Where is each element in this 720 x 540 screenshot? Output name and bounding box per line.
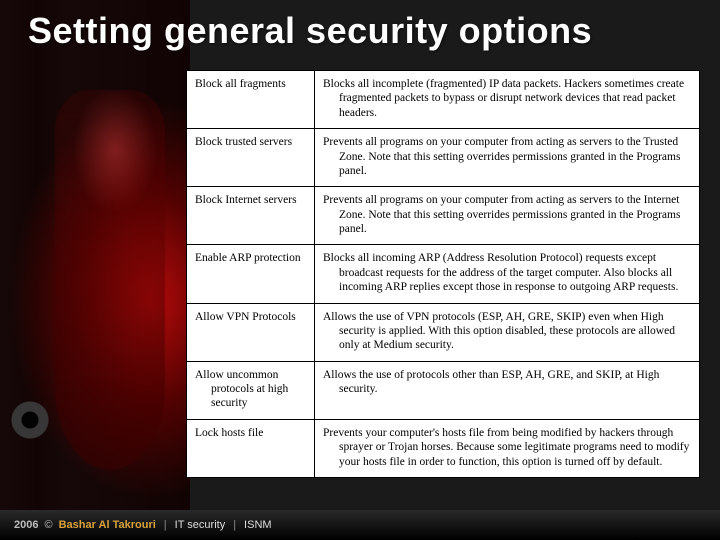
footer-author: Bashar Al Takrouri <box>59 519 156 531</box>
option-name: Block all fragments <box>195 77 306 91</box>
option-name: Allow VPN Protocols <box>195 310 306 324</box>
option-description: Prevents your computer's hosts file from… <box>323 426 691 469</box>
option-description: Blocks all incoming ARP (Address Resolut… <box>323 251 691 294</box>
table-row: Block trusted servers Prevents all progr… <box>187 129 700 187</box>
option-name: Lock hosts file <box>195 426 306 440</box>
table-row: Lock hosts file Prevents your computer's… <box>187 419 700 477</box>
options-table: Block all fragments Blocks all incomplet… <box>186 70 700 478</box>
slide-title: Setting general security options <box>28 10 708 52</box>
option-name: Allow uncommon protocols at high securit… <box>195 368 306 411</box>
decorative-background <box>0 0 190 540</box>
option-description: Allows the use of protocols other than E… <box>323 368 691 397</box>
option-description: Blocks all incomplete (fragmented) IP da… <box>323 77 691 120</box>
copyright-symbol: © <box>44 519 52 531</box>
table-row: Block all fragments Blocks all incomplet… <box>187 71 700 129</box>
option-description: Prevents all programs on your computer f… <box>323 193 691 236</box>
table-row: Block Internet servers Prevents all prog… <box>187 187 700 245</box>
footer: 2006 © Bashar Al Takrouri | IT security … <box>0 510 720 540</box>
option-name: Enable ARP protection <box>195 251 306 265</box>
footer-course: IT security <box>175 519 226 531</box>
slide: Setting general security options Block a… <box>0 0 720 540</box>
footer-org: ISNM <box>244 519 272 531</box>
footer-separator: | <box>233 519 236 531</box>
option-name: Block trusted servers <box>195 135 306 149</box>
table-row: Enable ARP protection Blocks all incomin… <box>187 245 700 303</box>
table-row: Allow VPN Protocols Allows the use of VP… <box>187 303 700 361</box>
footer-year: 2006 <box>14 519 38 531</box>
option-description: Prevents all programs on your computer f… <box>323 135 691 178</box>
footer-separator: | <box>164 519 167 531</box>
table-row: Allow uncommon protocols at high securit… <box>187 361 700 419</box>
option-name: Block Internet servers <box>195 193 306 207</box>
option-description: Allows the use of VPN protocols (ESP, AH… <box>323 310 691 353</box>
